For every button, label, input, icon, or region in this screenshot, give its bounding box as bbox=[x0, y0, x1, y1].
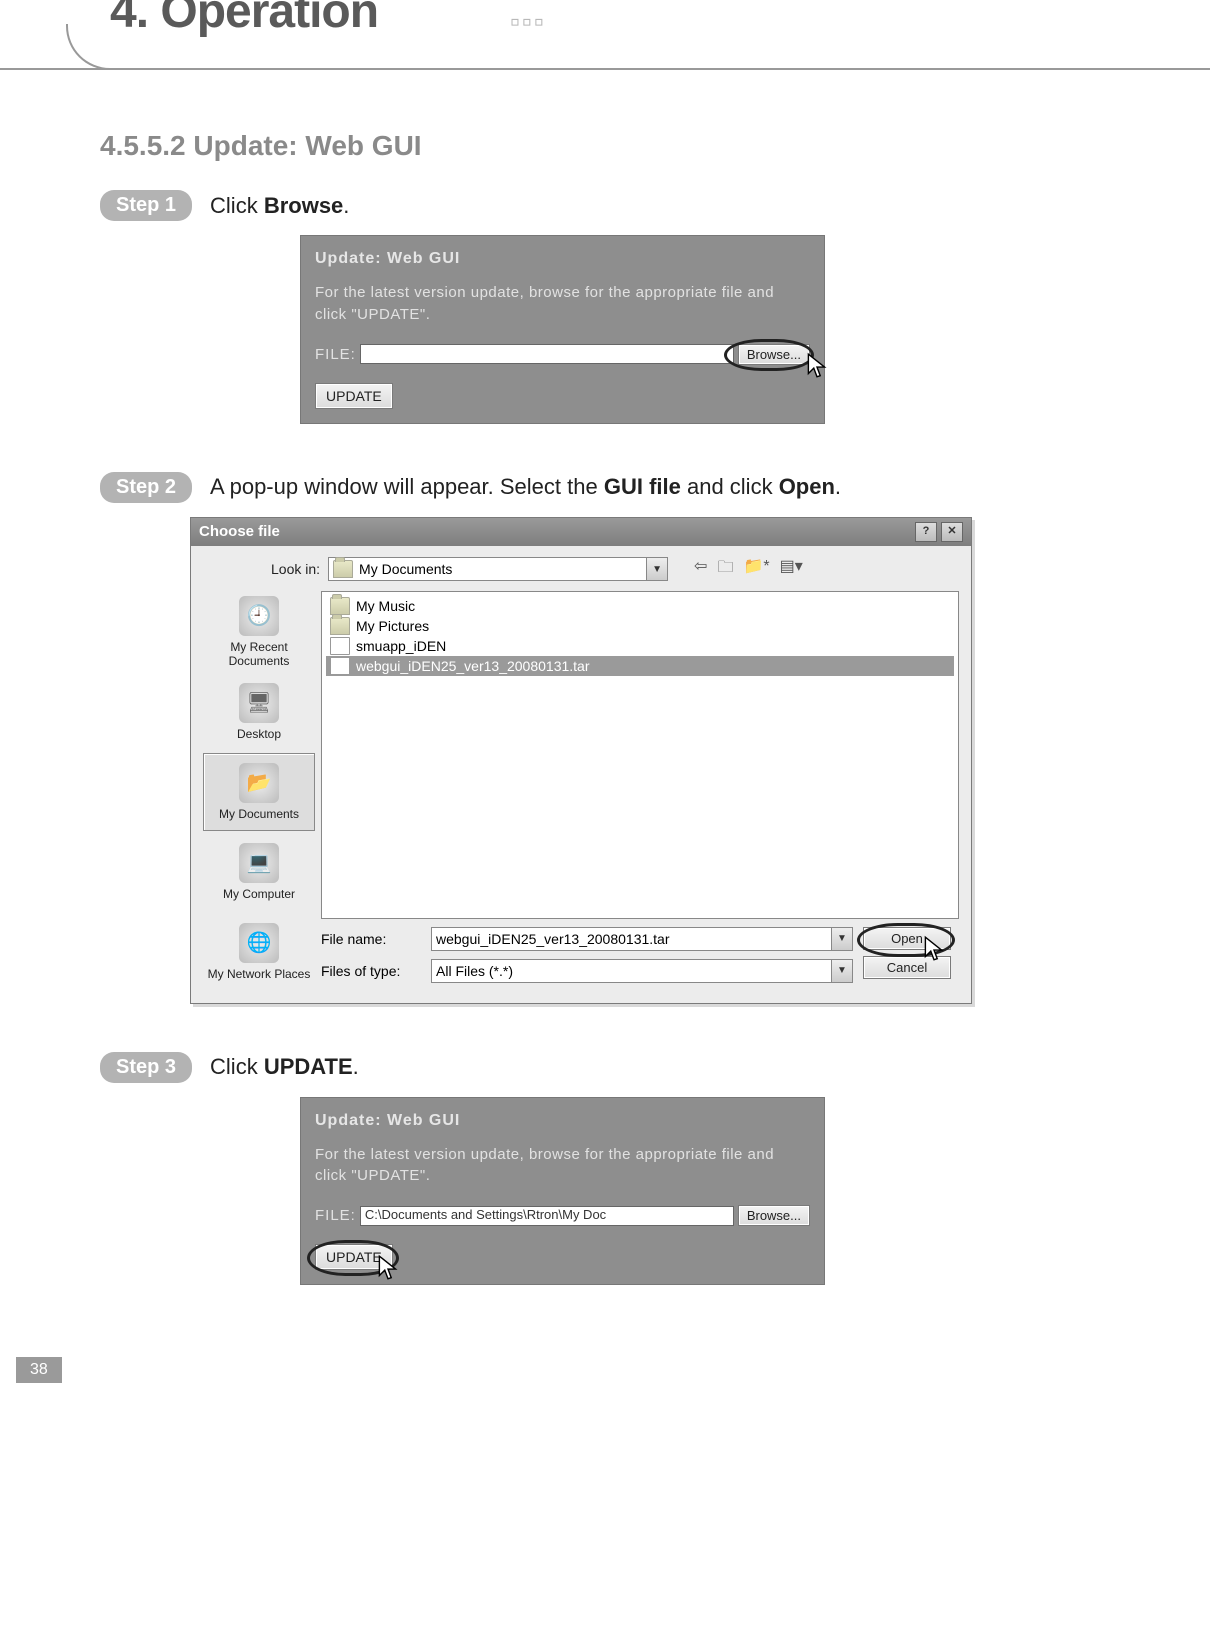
new-folder-icon[interactable]: 📁* bbox=[743, 556, 769, 583]
page-number: 38 bbox=[16, 1357, 62, 1383]
step-3: Step 3 Click UPDATE. Update: Web GUI For… bbox=[100, 1052, 1000, 1286]
network-icon: 🌐 bbox=[239, 923, 279, 963]
file-input[interactable]: C:\Documents and Settings\Rtron\My Doc bbox=[360, 1206, 734, 1226]
header-tab-curve bbox=[66, 24, 112, 70]
sidebar-item-recent[interactable]: 🕘 My Recent Documents bbox=[203, 593, 315, 671]
file-list[interactable]: My Music My Pictures smuapp_iDEN webgui_… bbox=[321, 591, 959, 919]
step-3-text: Click UPDATE. bbox=[210, 1054, 359, 1080]
help-icon[interactable]: ? bbox=[915, 522, 937, 542]
lookin-select[interactable]: My Documents ▼ bbox=[328, 557, 668, 581]
browse-button[interactable]: Browse... bbox=[738, 344, 810, 365]
cancel-button[interactable]: Cancel bbox=[863, 956, 951, 979]
dialog-titlebar: Choose file ? ✕ bbox=[191, 518, 971, 546]
file-chooser-dialog: Choose file ? ✕ Look in: My Documents ▼ bbox=[190, 517, 972, 1004]
step-2-badge: Step 2 bbox=[100, 472, 192, 503]
list-item[interactable]: My Pictures bbox=[326, 616, 954, 636]
update-panel-step1: Update: Web GUI For the latest version u… bbox=[300, 235, 825, 424]
folder-icon bbox=[330, 597, 350, 615]
chevron-down-icon[interactable]: ▼ bbox=[646, 558, 667, 580]
file-icon bbox=[330, 657, 350, 675]
step-3-badge: Step 3 bbox=[100, 1052, 192, 1083]
lookin-label: Look in: bbox=[271, 561, 320, 577]
file-label: FILE: bbox=[315, 346, 356, 363]
update-button[interactable]: UPDATE bbox=[315, 383, 393, 409]
open-button[interactable]: Open bbox=[863, 927, 951, 950]
sidebar-item-mydocs[interactable]: 📂 My Documents bbox=[203, 753, 315, 831]
places-sidebar: 🕘 My Recent Documents 🖥 Desktop 📂 My Doc… bbox=[203, 591, 315, 991]
filetype-select[interactable]: All Files (*.*) ▼ bbox=[431, 959, 853, 983]
panel-title: Update: Web GUI bbox=[315, 1112, 810, 1130]
step-1-badge: Step 1 bbox=[100, 190, 192, 221]
panel-desc: For the latest version update, browse fo… bbox=[315, 282, 810, 326]
file-icon bbox=[330, 637, 350, 655]
sidebar-item-mycomputer[interactable]: 💻 My Computer bbox=[203, 833, 315, 911]
step-1-text: Click Browse. bbox=[210, 193, 349, 219]
computer-icon: 💻 bbox=[239, 843, 279, 883]
chapter-header: 4. Operation ▫▫▫ bbox=[0, 0, 1210, 70]
documents-icon: 📂 bbox=[239, 763, 279, 803]
folder-icon bbox=[330, 617, 350, 635]
back-icon[interactable]: ⇦ bbox=[694, 556, 707, 583]
up-folder-icon[interactable]: 🗀 bbox=[717, 556, 733, 583]
step-2: Step 2 A pop-up window will appear. Sele… bbox=[100, 472, 1000, 1004]
filename-input[interactable]: webgui_iDEN25_ver13_20080131.tar ▼ bbox=[431, 927, 853, 951]
list-item[interactable]: My Music bbox=[326, 596, 954, 616]
dialog-title: Choose file bbox=[199, 523, 280, 540]
list-item[interactable]: smuapp_iDEN bbox=[326, 636, 954, 656]
sidebar-item-desktop[interactable]: 🖥 Desktop bbox=[203, 673, 315, 751]
filetype-label: Files of type: bbox=[321, 963, 421, 979]
browse-button[interactable]: Browse... bbox=[738, 1205, 810, 1226]
lookin-value: My Documents bbox=[359, 561, 452, 577]
view-menu-icon[interactable]: ▤▾ bbox=[780, 556, 803, 583]
sidebar-item-network[interactable]: 🌐 My Network Places bbox=[203, 913, 315, 991]
update-button[interactable]: UPDATE bbox=[315, 1244, 393, 1270]
close-icon[interactable]: ✕ bbox=[941, 522, 963, 542]
panel-desc: For the latest version update, browse fo… bbox=[315, 1144, 810, 1188]
step-2-text: A pop-up window will appear. Select the … bbox=[210, 474, 841, 500]
folder-icon bbox=[333, 560, 353, 578]
desktop-icon: 🖥 bbox=[239, 683, 279, 723]
update-panel-step3: Update: Web GUI For the latest version u… bbox=[300, 1097, 825, 1286]
list-item-selected[interactable]: webgui_iDEN25_ver13_20080131.tar bbox=[326, 656, 954, 676]
header-decoration-icon: ▫▫▫ bbox=[510, 6, 546, 38]
section-heading: 4.5.5.2 Update: Web GUI bbox=[100, 130, 1000, 162]
chapter-title: 4. Operation bbox=[110, 0, 378, 39]
step-1: Step 1 Click Browse. Update: Web GUI For… bbox=[100, 190, 1000, 424]
panel-title: Update: Web GUI bbox=[315, 250, 810, 268]
file-input[interactable] bbox=[360, 344, 734, 364]
chevron-down-icon[interactable]: ▼ bbox=[831, 960, 852, 982]
filename-label: File name: bbox=[321, 931, 421, 947]
chevron-down-icon[interactable]: ▼ bbox=[831, 928, 852, 950]
file-label: FILE: bbox=[315, 1207, 356, 1224]
recent-icon: 🕘 bbox=[239, 596, 279, 636]
